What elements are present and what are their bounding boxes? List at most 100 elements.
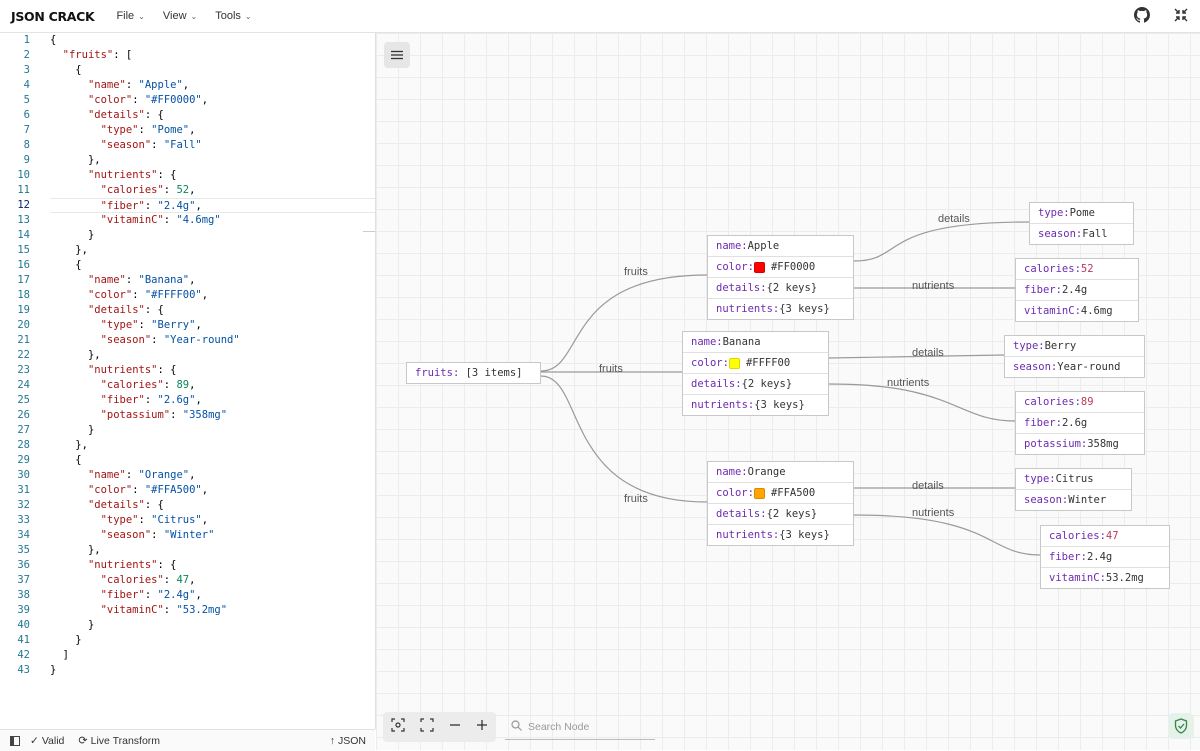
code-line[interactable]: 32 "details": { xyxy=(0,498,375,513)
code-line[interactable]: 23 "nutrients": { xyxy=(0,363,375,378)
code-text[interactable]: } xyxy=(50,663,375,678)
code-text[interactable]: "nutrients": { xyxy=(50,558,375,573)
fruit-node-orange[interactable]: name: Orange color: #FFA500 details: {2 ke… xyxy=(707,461,854,546)
code-text[interactable]: }, xyxy=(50,153,375,168)
app-logo[interactable]: JSON CRACK xyxy=(11,9,95,24)
format-indicator[interactable]: ↑ JSON xyxy=(330,735,366,747)
code-line[interactable]: 5 "color": "#FF0000", xyxy=(0,93,375,108)
code-line[interactable]: 21 "season": "Year-round" xyxy=(0,333,375,348)
code-text[interactable]: "details": { xyxy=(50,498,375,513)
fruit-node-apple[interactable]: name: Apple color: #FF0000 details: {2 key… xyxy=(707,235,854,320)
code-text[interactable]: }, xyxy=(50,543,375,558)
code-line[interactable]: 12 "fiber": "2.4g", xyxy=(0,198,375,213)
search-input[interactable]: Search Node xyxy=(528,721,589,733)
code-text[interactable]: "calories": 47, xyxy=(50,573,375,588)
code-line[interactable]: 40 } xyxy=(0,618,375,633)
code-line[interactable]: 17 "name": "Banana", xyxy=(0,273,375,288)
code-text[interactable]: "color": "#FF0000", xyxy=(50,93,375,108)
code-line[interactable]: 22 }, xyxy=(0,348,375,363)
code-line[interactable]: 38 "fiber": "2.4g", xyxy=(0,588,375,603)
code-text[interactable]: "type": "Citrus", xyxy=(50,513,375,528)
code-line[interactable]: 25 "fiber": "2.6g", xyxy=(0,393,375,408)
code-line[interactable]: 19 "details": { xyxy=(0,303,375,318)
code-line[interactable]: 4 "name": "Apple", xyxy=(0,78,375,93)
code-line[interactable]: 15 }, xyxy=(0,243,375,258)
code-line[interactable]: 3 { xyxy=(0,63,375,78)
code-line[interactable]: 26 "potassium": "358mg" xyxy=(0,408,375,423)
code-line[interactable]: 43} xyxy=(0,663,375,678)
code-line[interactable]: 28 }, xyxy=(0,438,375,453)
code-line[interactable]: 2 "fruits": [ xyxy=(0,48,375,63)
fruit-node-banana[interactable]: name: Banana color: #FFFF00 details: {2 ke… xyxy=(682,331,829,416)
nutrients-node-orange[interactable]: calories: 47 fiber: 2.4g vitaminC: 53.2mg xyxy=(1040,525,1170,589)
collapse-icon[interactable] xyxy=(1174,8,1188,22)
code-text[interactable]: "details": { xyxy=(50,108,375,123)
code-text[interactable]: "details": { xyxy=(50,303,375,318)
code-line[interactable]: 6 "details": { xyxy=(0,108,375,123)
code-line[interactable]: 20 "type": "Berry", xyxy=(0,318,375,333)
shield-check-button[interactable] xyxy=(1168,713,1194,739)
code-lines[interactable]: 1{2 "fruits": [3 {4 "name": "Apple", 5 "c… xyxy=(0,33,375,678)
graph-canvas[interactable]: fruits fruits fruits details nutrients d… xyxy=(376,33,1200,750)
code-text[interactable]: "fruits": [ xyxy=(50,48,375,63)
code-text[interactable]: "vitaminC": "4.6mg" xyxy=(50,213,375,228)
details-node-orange[interactable]: type: Citrus season: Winter xyxy=(1015,468,1132,511)
fit-view-icon[interactable] xyxy=(420,717,434,737)
code-line[interactable]: 13 "vitaminC": "4.6mg" xyxy=(0,213,375,228)
code-text[interactable]: { xyxy=(50,258,375,273)
code-text[interactable]: "potassium": "358mg" xyxy=(50,408,375,423)
code-text[interactable]: "color": "#FFFF00", xyxy=(50,288,375,303)
details-node-banana[interactable]: type: Berry season: Year-round xyxy=(1004,335,1145,378)
code-line[interactable]: 9 }, xyxy=(0,153,375,168)
code-text[interactable]: { xyxy=(50,63,375,78)
code-line[interactable]: 30 "name": "Orange", xyxy=(0,468,375,483)
code-text[interactable]: "fiber": "2.4g", xyxy=(50,198,375,213)
code-text[interactable]: { xyxy=(50,453,375,468)
code-text[interactable]: } xyxy=(50,423,375,438)
code-line[interactable]: 31 "color": "#FFA500", xyxy=(0,483,375,498)
menu-tools[interactable]: Tools ⌄ xyxy=(215,10,251,22)
code-line[interactable]: 8 "season": "Fall" xyxy=(0,138,375,153)
code-line[interactable]: 1{ xyxy=(0,33,375,48)
code-text[interactable]: "name": "Banana", xyxy=(50,273,375,288)
zoom-out-icon[interactable] xyxy=(449,718,461,736)
code-text[interactable]: "calories": 89, xyxy=(50,378,375,393)
code-text[interactable]: "season": "Fall" xyxy=(50,138,375,153)
code-text[interactable]: }, xyxy=(50,438,375,453)
code-line[interactable]: 29 { xyxy=(0,453,375,468)
code-line[interactable]: 35 }, xyxy=(0,543,375,558)
details-node-apple[interactable]: type: Pome season: Fall xyxy=(1029,202,1134,245)
root-node[interactable]: fruits: [3 items] xyxy=(406,362,541,384)
code-text[interactable]: "type": "Pome", xyxy=(50,123,375,138)
zoom-in-icon[interactable] xyxy=(476,718,488,736)
code-text[interactable]: "nutrients": { xyxy=(50,363,375,378)
json-editor[interactable]: 1{2 "fruits": [3 {4 "name": "Apple", 5 "c… xyxy=(0,33,376,729)
code-line[interactable]: 37 "calories": 47, xyxy=(0,573,375,588)
code-line[interactable]: 27 } xyxy=(0,423,375,438)
code-line[interactable]: 11 "calories": 52, xyxy=(0,183,375,198)
focus-icon[interactable] xyxy=(391,717,405,737)
code-line[interactable]: 34 "season": "Winter" xyxy=(0,528,375,543)
code-line[interactable]: 10 "nutrients": { xyxy=(0,168,375,183)
code-text[interactable]: "nutrients": { xyxy=(50,168,375,183)
github-icon[interactable] xyxy=(1134,7,1150,23)
code-text[interactable]: }, xyxy=(50,348,375,363)
sidebar-toggle-icon[interactable] xyxy=(10,735,20,746)
code-text[interactable]: "vitaminC": "53.2mg" xyxy=(50,603,375,618)
code-text[interactable]: "fiber": "2.6g", xyxy=(50,393,375,408)
code-text[interactable]: ] xyxy=(50,648,375,663)
code-line[interactable]: 14 } xyxy=(0,228,375,243)
menu-view[interactable]: View ⌄ xyxy=(163,10,197,22)
nutrients-node-banana[interactable]: calories: 89 fiber: 2.6g potassium: 358mg xyxy=(1015,391,1145,455)
nutrients-node-apple[interactable]: calories: 52 fiber: 2.4g vitaminC: 4.6mg xyxy=(1015,258,1139,322)
code-text[interactable]: "name": "Apple", xyxy=(50,78,375,93)
code-line[interactable]: 24 "calories": 89, xyxy=(0,378,375,393)
code-text[interactable]: { xyxy=(50,33,375,48)
menu-file[interactable]: File ⌄ xyxy=(116,10,144,22)
code-line[interactable]: 18 "color": "#FFFF00", xyxy=(0,288,375,303)
code-line[interactable]: 16 { xyxy=(0,258,375,273)
code-text[interactable]: } xyxy=(50,618,375,633)
code-text[interactable]: "name": "Orange", xyxy=(50,468,375,483)
code-text[interactable]: "type": "Berry", xyxy=(50,318,375,333)
code-text[interactable]: "calories": 52, xyxy=(50,183,375,198)
